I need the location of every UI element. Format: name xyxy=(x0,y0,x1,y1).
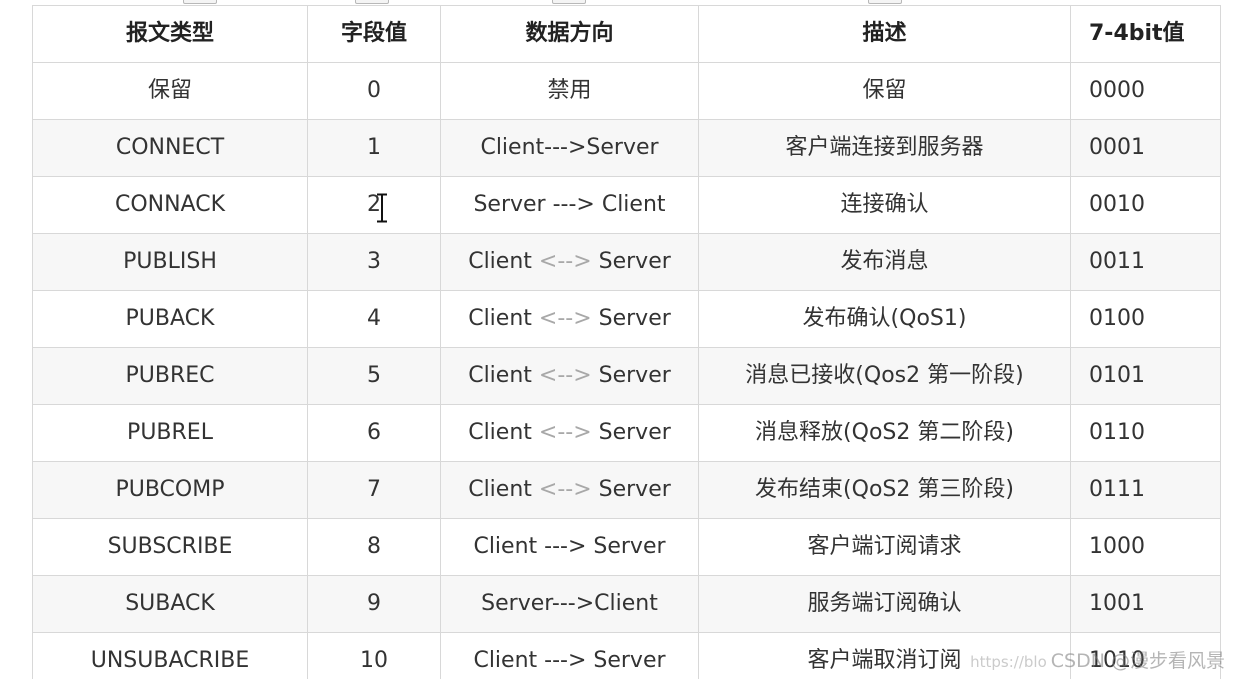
cell-bit-value: 0100 xyxy=(1070,290,1221,348)
header-description: 描述 xyxy=(698,5,1071,63)
direction-target: Server xyxy=(591,249,671,274)
cell-description: 连接确认 xyxy=(698,176,1071,234)
cell-message-type: PUBLISH xyxy=(32,233,308,291)
cell-field-value: 0 xyxy=(307,62,441,120)
cell-message-type: UNSUBACRIBE xyxy=(32,632,308,679)
table-row: CONNACK 2 Server ---> Client 连接确认 0010 xyxy=(32,176,1221,234)
header-bit-value: 7-4bit值 xyxy=(1070,5,1221,63)
direction-source: Client xyxy=(468,363,539,388)
cell-description: 发布结束(QoS2 第三阶段) xyxy=(698,461,1071,519)
cell-field-value: 3 xyxy=(307,233,441,291)
cell-data-direction: Client ---> Server xyxy=(440,632,699,679)
cell-field-value: 2 xyxy=(307,176,441,234)
table-body: 保留 0 禁用 保留 0000 CONNECT 1 Client--->Server 客户端连接… xyxy=(32,62,1221,679)
cell-field-value: 9 xyxy=(307,575,441,633)
cell-message-type: CONNACK xyxy=(32,176,308,234)
cell-description: 客户端连接到服务器 xyxy=(698,119,1071,177)
cell-bit-value: 0101 xyxy=(1070,347,1221,405)
cell-message-type: PUBACK xyxy=(32,290,308,348)
cell-bit-value: 1000 xyxy=(1070,518,1221,576)
cell-description: 消息释放(QoS2 第二阶段) xyxy=(698,404,1071,462)
table-row: PUBLISH 3 Client <--> Server 发布消息 0011 xyxy=(32,233,1221,291)
cell-bit-value: 0110 xyxy=(1070,404,1221,462)
cell-message-type: 保留 xyxy=(32,62,308,120)
direction-arrow: <--> xyxy=(538,363,592,388)
table-row: UNSUBACRIBE 10 Client ---> Server 客户端取消订阅 10… xyxy=(32,632,1221,679)
cell-data-direction: Client <--> Server xyxy=(440,233,699,291)
header-field-value: 字段值 xyxy=(307,5,441,63)
cell-message-type: SUBSCRIBE xyxy=(32,518,308,576)
header-message-type: 报文类型 xyxy=(32,5,308,63)
direction-arrow: <--> xyxy=(538,306,592,331)
direction-source: Client xyxy=(468,420,539,445)
direction-source: Client xyxy=(468,477,539,502)
cell-message-type: PUBREC xyxy=(32,347,308,405)
cell-description: 客户端取消订阅 xyxy=(698,632,1071,679)
column-resize-handle[interactable] xyxy=(183,0,217,4)
cell-field-value: 10 xyxy=(307,632,441,679)
table-header-row: 报文类型 字段值 数据方向 描述 7-4bit值 xyxy=(32,5,1221,63)
cell-bit-value: 1001 xyxy=(1070,575,1221,633)
cell-data-direction: Client <--> Server xyxy=(440,290,699,348)
cell-message-type: SUBACK xyxy=(32,575,308,633)
table-row: PUBACK 4 Client <--> Server 发布确认(QoS1) 0100 xyxy=(32,290,1221,348)
direction-arrow: <--> xyxy=(538,420,592,445)
cell-message-type: CONNECT xyxy=(32,119,308,177)
cell-data-direction: Client <--> Server xyxy=(440,461,699,519)
table-row: PUBCOMP 7 Client <--> Server 发布结束(QoS2 第三阶段… xyxy=(32,461,1221,519)
column-resize-handle[interactable] xyxy=(355,0,389,4)
direction-target: Server xyxy=(591,306,671,331)
column-resize-handle[interactable] xyxy=(868,0,902,4)
cell-field-value: 8 xyxy=(307,518,441,576)
cell-description: 发布消息 xyxy=(698,233,1071,291)
cell-message-type: PUBCOMP xyxy=(32,461,308,519)
cell-bit-value: 0111 xyxy=(1070,461,1221,519)
direction-arrow: <--> xyxy=(538,477,592,502)
mqtt-message-type-table: 报文类型 字段值 数据方向 描述 7-4bit值 保留 0 禁用 保留 0000 CONN… xyxy=(32,5,1221,679)
table-row: 保留 0 禁用 保留 0000 xyxy=(32,62,1221,120)
direction-source: Client xyxy=(468,306,539,331)
cell-data-direction: Client <--> Server xyxy=(440,347,699,405)
direction-target: Server xyxy=(591,363,671,388)
direction-target: Server xyxy=(591,420,671,445)
cell-data-direction: Server--->Client xyxy=(440,575,699,633)
header-data-direction: 数据方向 xyxy=(440,5,699,63)
direction-source: Client xyxy=(468,249,539,274)
cell-description: 消息已接收(Qos2 第一阶段) xyxy=(698,347,1071,405)
cell-bit-value: 1010 xyxy=(1070,632,1221,679)
cell-field-value: 6 xyxy=(307,404,441,462)
page: 报文类型 字段值 数据方向 描述 7-4bit值 保留 0 禁用 保留 0000 CONN… xyxy=(0,0,1235,679)
cell-data-direction: Server ---> Client xyxy=(440,176,699,234)
cell-field-value: 1 xyxy=(307,119,441,177)
direction-target: Server xyxy=(591,477,671,502)
cell-data-direction: Client--->Server xyxy=(440,119,699,177)
cell-data-direction: Client <--> Server xyxy=(440,404,699,462)
cell-field-value: 7 xyxy=(307,461,441,519)
cell-field-value: 5 xyxy=(307,347,441,405)
cell-description: 客户端订阅请求 xyxy=(698,518,1071,576)
cell-bit-value: 0000 xyxy=(1070,62,1221,120)
cell-data-direction: Client ---> Server xyxy=(440,518,699,576)
cell-data-direction: 禁用 xyxy=(440,62,699,120)
cell-bit-value: 0010 xyxy=(1070,176,1221,234)
direction-arrow: <--> xyxy=(538,249,592,274)
cell-bit-value: 0011 xyxy=(1070,233,1221,291)
cell-description: 保留 xyxy=(698,62,1071,120)
cell-description: 服务端订阅确认 xyxy=(698,575,1071,633)
cell-description: 发布确认(QoS1) xyxy=(698,290,1071,348)
cell-field-value: 4 xyxy=(307,290,441,348)
cell-message-type: PUBREL xyxy=(32,404,308,462)
column-resize-handle[interactable] xyxy=(552,0,586,4)
table-row: SUBACK 9 Server--->Client 服务端订阅确认 1001 xyxy=(32,575,1221,633)
table-row: PUBREL 6 Client <--> Server 消息释放(QoS2 第二阶段)… xyxy=(32,404,1221,462)
table-row: SUBSCRIBE 8 Client ---> Server 客户端订阅请求 1000 xyxy=(32,518,1221,576)
table-row: CONNECT 1 Client--->Server 客户端连接到服务器 0001 xyxy=(32,119,1221,177)
table-row: PUBREC 5 Client <--> Server 消息已接收(Qos2 第一阶段… xyxy=(32,347,1221,405)
cell-bit-value: 0001 xyxy=(1070,119,1221,177)
